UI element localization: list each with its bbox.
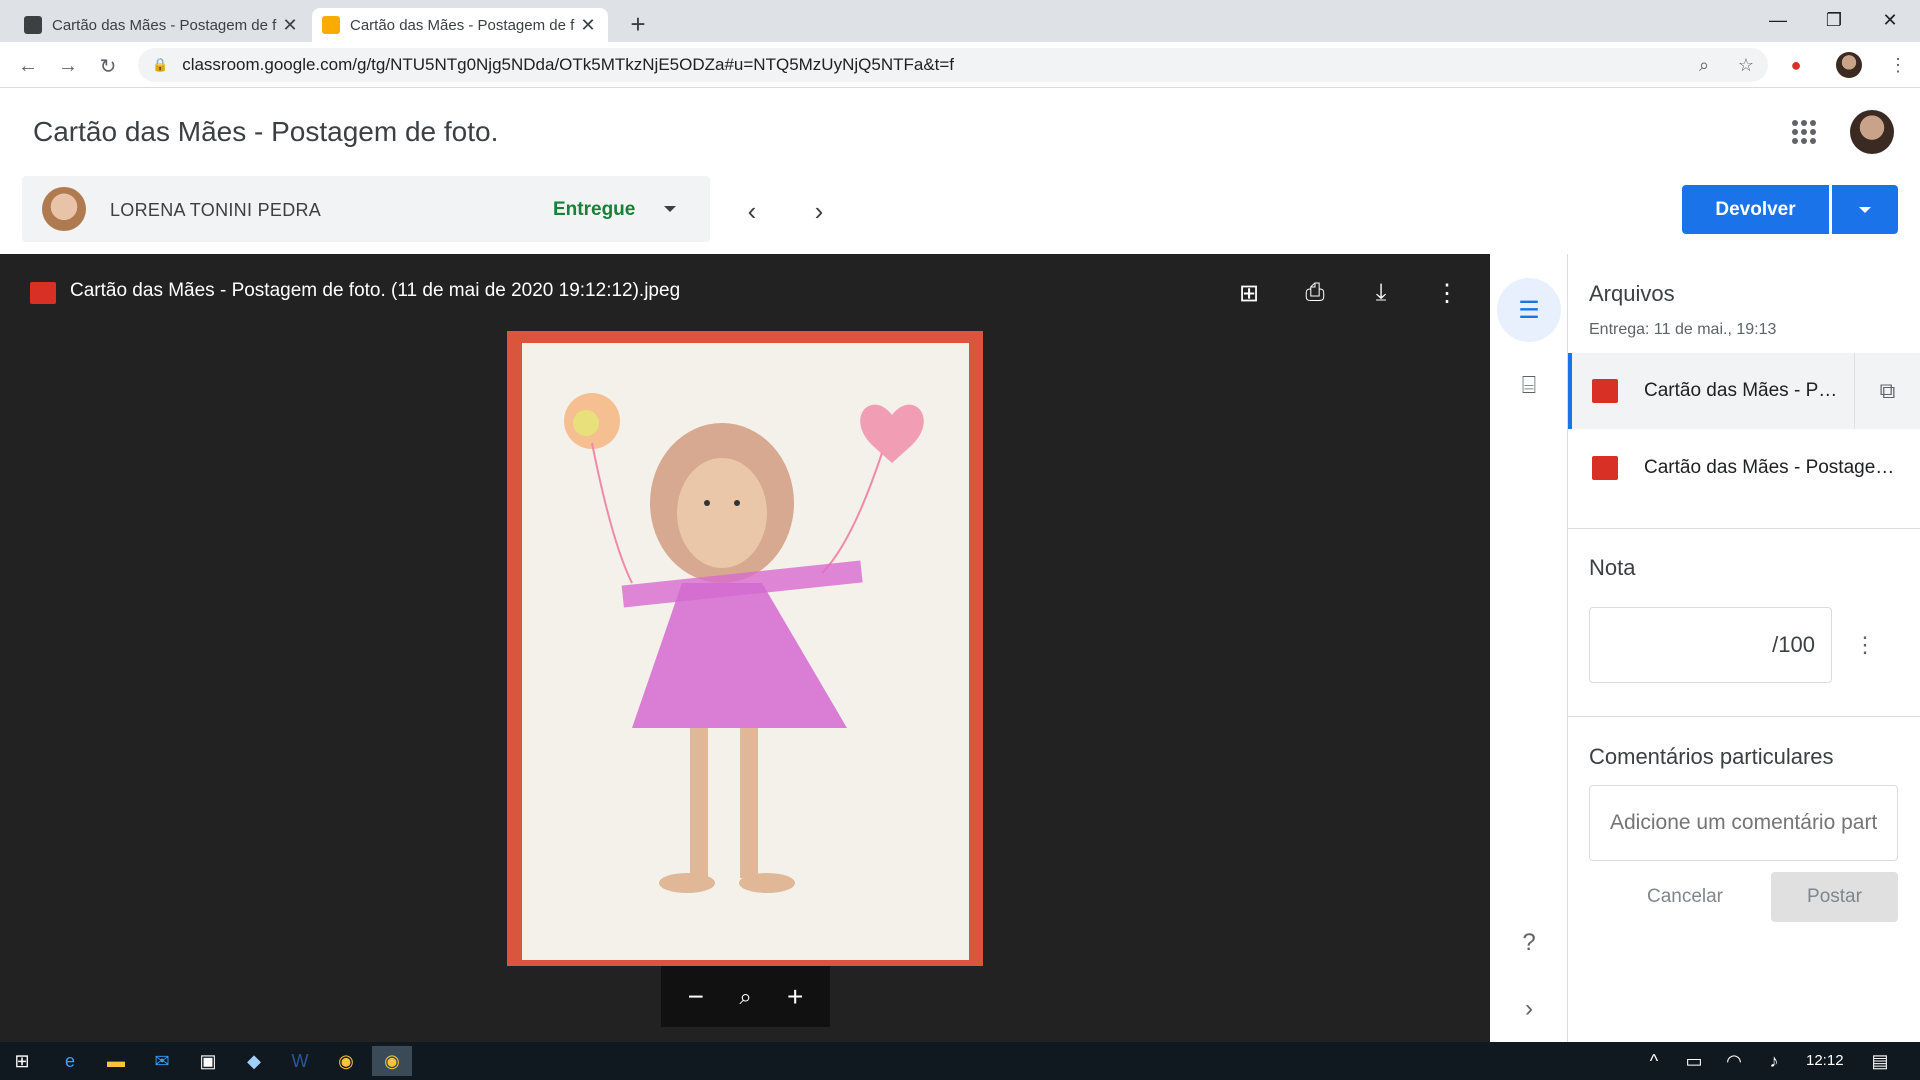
drawing-paper bbox=[522, 343, 969, 960]
address-bar[interactable]: 🔒 classroom.google.com/g/tg/NTU5NTg0Njg5… bbox=[138, 48, 1768, 82]
image-file-icon bbox=[30, 282, 56, 304]
back-icon[interactable]: ← bbox=[12, 50, 44, 82]
windows-start-icon[interactable]: ⊞ bbox=[2, 1046, 42, 1076]
clock-time[interactable]: 12:12 bbox=[1806, 1052, 1844, 1069]
classroom-favicon bbox=[24, 16, 42, 34]
grade-heading: Nota bbox=[1589, 555, 1636, 580]
mail-icon[interactable]: ✉ bbox=[142, 1046, 182, 1076]
divider bbox=[1568, 716, 1920, 717]
classroom-favicon bbox=[322, 16, 340, 34]
lock-icon: 🔒 bbox=[152, 57, 169, 72]
minimize-window-icon[interactable]: — bbox=[1750, 0, 1806, 40]
bookmark-star-icon[interactable]: ☆ bbox=[1734, 53, 1758, 77]
student-name: LORENA TONINI PEDRA bbox=[110, 200, 322, 220]
wifi-icon[interactable]: ◠ bbox=[1714, 1046, 1754, 1076]
image-file-icon bbox=[1592, 456, 1618, 480]
browser-tab-active[interactable]: Cartão das Mães - Postagem de f ✕ bbox=[312, 8, 608, 42]
google-apps-icon[interactable] bbox=[1792, 120, 1816, 144]
open-in-new-icon[interactable]: ⧉ bbox=[1854, 353, 1920, 429]
help-icon[interactable]: ? bbox=[1497, 911, 1561, 975]
private-comments-heading: Comentários particulares bbox=[1589, 744, 1834, 769]
divider bbox=[1568, 528, 1920, 529]
zoom-page-icon[interactable]: ⌕ bbox=[1692, 53, 1716, 77]
close-tab-icon[interactable]: ✕ bbox=[280, 15, 300, 36]
viewer-file-title: Cartão das Mães - Postagem de foto. (11 … bbox=[70, 280, 681, 301]
battery-icon[interactable]: ▭ bbox=[1674, 1046, 1714, 1076]
files-heading: Arquivos bbox=[1589, 281, 1675, 306]
student-avatar bbox=[42, 187, 86, 231]
url-text: classroom.google.com/g/tg/NTU5NTg0Njg5ND… bbox=[182, 55, 955, 74]
previous-student-icon[interactable]: ‹ bbox=[737, 196, 767, 226]
submission-date: Entrega: 11 de mai., 19:13 bbox=[1589, 321, 1777, 338]
page-title: Cartão das Mães - Postagem de foto. bbox=[33, 116, 499, 147]
post-button[interactable]: Postar bbox=[1771, 872, 1898, 922]
restore-window-icon[interactable]: ❐ bbox=[1806, 0, 1862, 40]
expand-panel-icon[interactable]: › bbox=[1497, 977, 1561, 1041]
assignment-icon[interactable]: ☰ bbox=[1497, 278, 1561, 342]
extension-icon[interactable]: ● bbox=[1784, 53, 1808, 77]
browser-menu-icon[interactable]: ⋮ bbox=[1886, 53, 1910, 77]
zoom-out-button[interactable]: − bbox=[676, 981, 716, 1013]
store-icon[interactable]: ▣ bbox=[188, 1046, 228, 1076]
next-student-icon[interactable]: › bbox=[804, 196, 834, 226]
tab-title: Cartão das Mães - Postagem de f bbox=[52, 16, 277, 34]
private-comment-input[interactable] bbox=[1589, 785, 1898, 861]
chrome-active-icon[interactable]: ◉ bbox=[372, 1046, 412, 1076]
close-window-icon[interactable]: ✕ bbox=[1862, 0, 1918, 40]
file-list-item[interactable]: Cartão das Mães - Postagem de foto. bbox=[1568, 430, 1920, 506]
grade-out-of: /100 bbox=[1772, 632, 1815, 657]
tray-chevron-up-icon[interactable]: ^ bbox=[1634, 1046, 1674, 1076]
app-icon[interactable]: ◆ bbox=[234, 1046, 274, 1076]
cancel-button[interactable]: Cancelar bbox=[1610, 872, 1760, 922]
mothers-day-drawing bbox=[564, 393, 924, 893]
add-comment-icon[interactable]: ⊞ bbox=[1232, 276, 1266, 310]
word-icon[interactable]: W bbox=[280, 1046, 320, 1076]
edge-icon[interactable]: e bbox=[50, 1046, 90, 1076]
chevron-down-icon[interactable] bbox=[662, 203, 678, 215]
return-button[interactable]: Devolver bbox=[1682, 185, 1829, 234]
feedback-icon[interactable]: ⌸ bbox=[1497, 354, 1561, 418]
return-options-button[interactable] bbox=[1832, 185, 1898, 234]
volume-icon[interactable]: ♪ bbox=[1754, 1046, 1794, 1076]
profile-avatar[interactable] bbox=[1836, 52, 1862, 78]
print-icon[interactable]: ⎙ bbox=[1298, 276, 1332, 310]
more-vert-icon[interactable]: ⋮ bbox=[1430, 276, 1464, 310]
browser-tab[interactable]: Cartão das Mães - Postagem de f ✕ bbox=[14, 8, 310, 42]
chevron-down-icon bbox=[1859, 206, 1871, 213]
new-tab-button[interactable]: + bbox=[622, 8, 654, 40]
close-tab-icon[interactable]: ✕ bbox=[578, 15, 598, 36]
image-file-icon bbox=[1592, 379, 1618, 403]
file-explorer-icon[interactable]: ▬ bbox=[96, 1046, 136, 1076]
chrome-icon[interactable]: ◉ bbox=[326, 1046, 366, 1076]
notifications-icon[interactable]: ▤ bbox=[1860, 1046, 1900, 1076]
file-name: Cartão das Mães - Postagem de foto. bbox=[1644, 457, 1906, 478]
download-icon[interactable]: ⤓ bbox=[1364, 276, 1398, 310]
zoom-icon[interactable]: ⌕ bbox=[725, 984, 765, 1010]
reload-icon[interactable]: ↻ bbox=[92, 50, 124, 82]
file-name: Cartão das Mães - Postagem de foto. (11 … bbox=[1644, 380, 1844, 401]
zoom-in-button[interactable]: + bbox=[775, 981, 815, 1013]
tab-title: Cartão das Mães - Postagem de f bbox=[350, 16, 575, 34]
zoom-controls: − ⌕ + bbox=[661, 966, 830, 1027]
account-avatar[interactable] bbox=[1850, 110, 1894, 154]
forward-icon[interactable]: → bbox=[52, 50, 84, 82]
more-vert-icon[interactable]: ⋮ bbox=[1850, 628, 1880, 662]
grade-input[interactable]: /100 bbox=[1589, 607, 1832, 683]
submission-status: Entregue bbox=[553, 199, 636, 220]
